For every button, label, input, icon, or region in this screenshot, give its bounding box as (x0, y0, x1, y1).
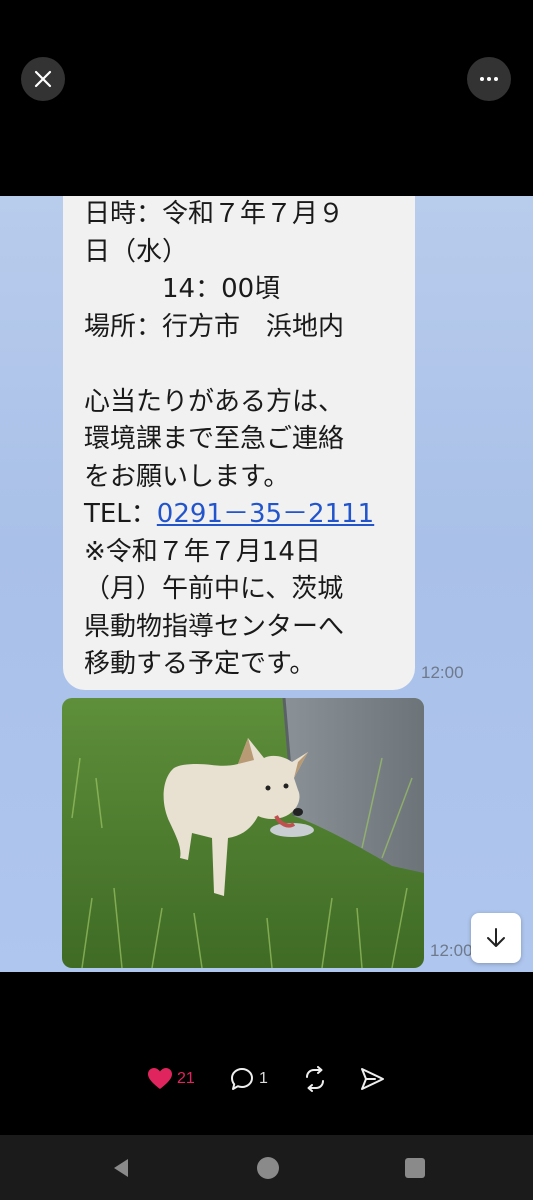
more-options-button[interactable] (467, 57, 511, 101)
photo-timestamp: 12:00 (430, 941, 473, 960)
message-line: ※令和７年７月14日 (84, 536, 321, 567)
message-line: 日時：令和７年７月９ (84, 199, 345, 229)
message-line: 県動物指導センターへ (84, 611, 345, 642)
message-line: 日（水） (84, 236, 189, 267)
like-count: 21 (177, 1070, 195, 1087)
message-line: をお願いします。 (84, 461, 290, 492)
message-line (84, 346, 414, 384)
home-circle-icon (257, 1157, 279, 1179)
comment-count: 1 (259, 1070, 268, 1087)
message-line: 環境課まで至急ご連絡 (84, 424, 345, 454)
arrow-down-icon (487, 928, 505, 947)
tel-label: TEL： (84, 499, 157, 529)
recent-square-icon (405, 1158, 425, 1178)
chat-screenshot: 日時：令和７年７月９ 日（水） 14：00頃場所：行方市 浜地内 心当たりがある方は… (0, 196, 533, 972)
share-icon (361, 1068, 384, 1090)
scroll-down-button[interactable] (471, 913, 521, 963)
repost-button[interactable] (302, 1065, 328, 1093)
message-line: 移動する予定です。 (84, 649, 316, 679)
post-actions: 21 1 (0, 1055, 533, 1105)
tel-line: TEL：0291－35－2111 (84, 496, 414, 534)
comment-button[interactable]: 1 (229, 1065, 268, 1093)
repost-icon (306, 1066, 324, 1092)
share-button[interactable] (359, 1065, 385, 1093)
phone-link[interactable]: 0291－35－2111 (157, 499, 374, 529)
top-bar (0, 0, 533, 196)
message-timestamp: 12:00 (421, 663, 464, 682)
message-line: 14：00頃 (84, 274, 281, 304)
message-line: （月）午前中に、茨城 (84, 574, 344, 604)
heart-icon (148, 1068, 172, 1089)
more-icon (480, 77, 498, 81)
comment-icon (231, 1068, 253, 1090)
like-button[interactable]: 21 (147, 1065, 195, 1093)
message-text: 日時：令和７年７月９ 日（水） 14：00頃場所：行方市 浜地内 心当たりがある方は… (84, 196, 414, 684)
message-line: 心当たりがある方は、 (84, 386, 345, 417)
dog-photo[interactable] (62, 698, 424, 968)
message-line: 場所：行方市 浜地内 (84, 311, 345, 342)
back-triangle-icon (114, 1159, 128, 1177)
system-nav-bar (0, 1135, 533, 1200)
close-button[interactable] (21, 57, 65, 101)
close-icon (34, 70, 52, 88)
nav-home-button[interactable] (255, 1155, 281, 1181)
nav-recent-button[interactable] (402, 1155, 428, 1181)
nav-back-button[interactable] (108, 1155, 134, 1181)
